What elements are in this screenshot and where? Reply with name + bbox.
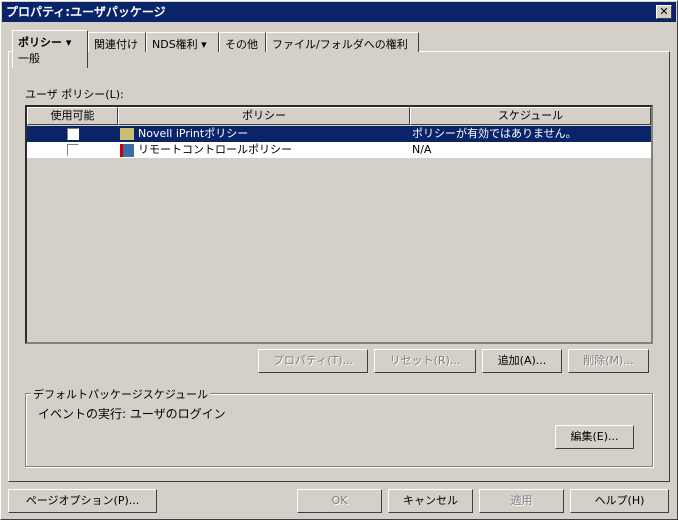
printer-icon	[120, 128, 134, 140]
header-policy[interactable]: ポリシー	[118, 107, 410, 125]
schedule-event: イベントの実行: ユーザのログイン	[38, 407, 226, 421]
reset-button[interactable]: リセット(R)...	[374, 349, 476, 373]
policy-name: Novell iPrintポリシー	[138, 127, 249, 140]
table-row[interactable]: Novell iPrintポリシー ポリシーが有効ではありません。	[27, 126, 651, 142]
help-button[interactable]: ヘルプ(H)	[570, 489, 669, 513]
close-icon[interactable]: ✕	[656, 5, 672, 19]
schedule-group-label: デフォルトパッケージスケジュール	[31, 386, 211, 402]
table-row[interactable]: リモートコントロールポリシー N/A	[27, 142, 651, 158]
enable-checkbox[interactable]	[67, 144, 79, 156]
apply-button[interactable]: 適用	[479, 489, 564, 513]
remote-control-icon	[120, 143, 134, 157]
cancel-button[interactable]: キャンセル	[388, 489, 473, 513]
title-bar: プロパティ:ユーザパッケージ ✕	[2, 2, 676, 22]
tab-sublabel: 一般	[18, 52, 40, 65]
ok-button[interactable]: OK	[297, 489, 382, 513]
page-options-button[interactable]: ページオプション(P)...	[8, 489, 157, 513]
window-title: プロパティ:ユーザパッケージ	[6, 5, 166, 19]
edit-button[interactable]: 編集(E)...	[555, 425, 634, 449]
policy-cell: リモートコントロールポリシー	[118, 142, 410, 158]
properties-button[interactable]: プロパティ(T)...	[258, 349, 368, 373]
enable-checkbox[interactable]	[67, 128, 79, 140]
schedule-cell: ポリシーが有効ではありません。	[412, 127, 577, 140]
tab-other[interactable]: その他	[219, 32, 266, 52]
header-schedule[interactable]: スケジュール	[410, 107, 651, 125]
tab-nds-rights[interactable]: NDS権利 ▾	[146, 32, 219, 52]
schedule-cell: N/A	[412, 143, 432, 156]
tab-file-rights[interactable]: ファイル/フォルダへの権利	[266, 32, 419, 52]
policy-name: リモートコントロールポリシー	[138, 143, 292, 156]
tab-label: ポリシー ▾	[18, 36, 72, 49]
delete-button[interactable]: 削除(M)...	[568, 349, 649, 373]
tab-associations[interactable]: 関連付け	[88, 32, 146, 52]
policy-cell: Novell iPrintポリシー	[118, 126, 410, 142]
user-policies-label: ユーザ ポリシー(L):	[25, 88, 124, 101]
policy-list[interactable]: 使用可能 ポリシー スケジュール Novell iPrintポリシー ポリシーが…	[25, 105, 653, 344]
header-enabled[interactable]: 使用可能	[27, 107, 118, 125]
add-button[interactable]: 追加(A)...	[482, 349, 562, 373]
tab-policies[interactable]: ポリシー ▾ 一般	[12, 30, 88, 68]
